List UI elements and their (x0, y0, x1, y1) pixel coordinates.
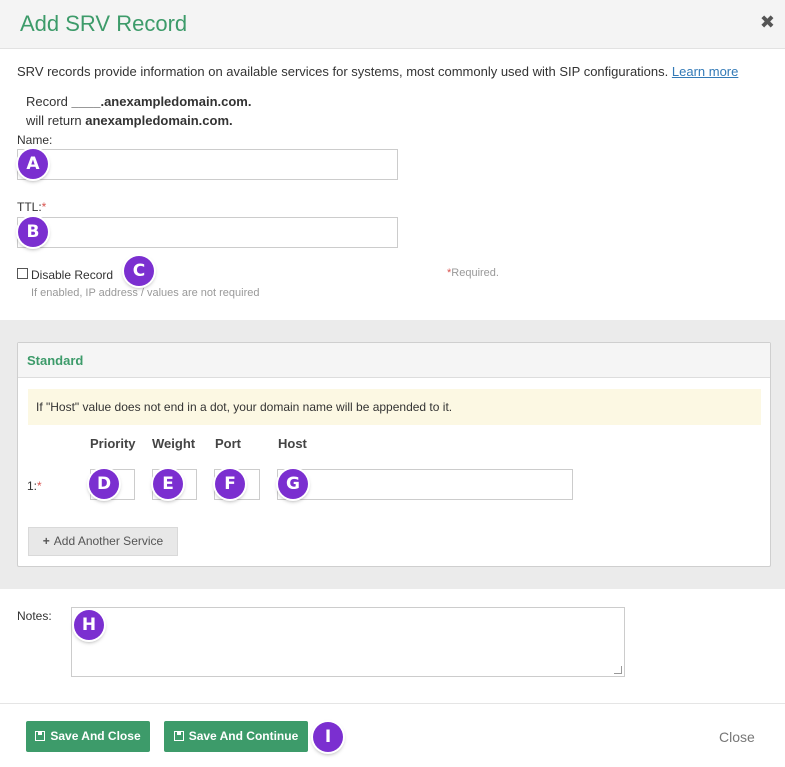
save-and-close-label: Save And Close (50, 729, 141, 743)
notes-label: Notes: (17, 609, 52, 623)
column-weight: Weight (152, 436, 196, 451)
close-link[interactable]: Close (719, 729, 755, 745)
disable-record-hint: If enabled, IP address / values are not … (31, 287, 260, 299)
floppy-disk-icon (173, 731, 184, 741)
record-prefix: Record (26, 94, 68, 109)
standard-panel: Standard If "Host" value does not end in… (17, 342, 771, 567)
returns-domain: anexampledomain.com. (85, 113, 233, 128)
marker-e: E (153, 469, 183, 499)
ttl-label: TTL:* (17, 200, 46, 214)
marker-d: D (89, 469, 119, 499)
required-note: *Required. (447, 267, 499, 279)
intro-text: SRV records provide information on avail… (17, 64, 738, 79)
marker-g: G (278, 469, 308, 499)
standard-heading: Standard (27, 353, 84, 368)
ttl-label-text: TTL: (17, 200, 42, 214)
marker-a: A (18, 149, 48, 179)
marker-c: C (124, 256, 154, 286)
learn-more-link[interactable]: Learn more (672, 64, 738, 79)
host-input[interactable] (277, 469, 573, 500)
ttl-required-star: * (41, 200, 47, 214)
required-note-text: Required. (451, 267, 499, 279)
column-port: Port (215, 436, 241, 451)
dialog-header: Add SRV Record ✖ (0, 0, 785, 49)
footer-divider (0, 703, 785, 704)
add-another-service-label: Add Another Service (53, 534, 164, 548)
floppy-disk-icon (35, 731, 46, 741)
service-row-required-star: * (37, 479, 42, 493)
record-returns-line: will return anexampledomain.com. (26, 113, 233, 128)
service-row-number: 1: (27, 479, 38, 493)
column-priority: Priority (90, 436, 136, 451)
resize-handle-icon[interactable] (614, 666, 622, 674)
disable-record-checkbox[interactable] (17, 268, 28, 279)
notes-textarea[interactable] (71, 607, 625, 677)
marker-b: B (18, 217, 48, 247)
column-host: Host (278, 436, 307, 451)
name-label: Name: (17, 133, 53, 147)
marker-i: I (313, 722, 343, 752)
marker-h: H (74, 610, 104, 640)
intro-description: SRV records provide information on avail… (17, 64, 669, 79)
service-row-label: 1:* (27, 479, 42, 493)
plus-icon: + (42, 534, 50, 548)
returns-prefix: will return (26, 113, 82, 128)
save-and-close-button[interactable]: Save And Close (26, 721, 150, 752)
close-x-icon[interactable]: ✖ (760, 12, 775, 33)
host-notice: If "Host" value does not end in a dot, y… (28, 389, 761, 425)
disable-record-label[interactable]: Disable Record (31, 268, 113, 282)
ttl-input[interactable] (17, 217, 398, 248)
record-domain: .anexampledomain.com. (100, 94, 252, 109)
name-input[interactable] (17, 149, 398, 180)
marker-f: F (215, 469, 245, 499)
dialog-title: Add SRV Record (20, 11, 188, 36)
record-preview-line: Record ____.anexampledomain.com. (26, 94, 251, 109)
record-blank: ____ (71, 94, 101, 109)
add-another-service-button[interactable]: + Add Another Service (28, 527, 178, 556)
save-and-continue-label: Save And Continue (188, 729, 299, 743)
save-and-continue-button[interactable]: Save And Continue (164, 721, 308, 752)
standard-panel-header: Standard (18, 343, 770, 378)
